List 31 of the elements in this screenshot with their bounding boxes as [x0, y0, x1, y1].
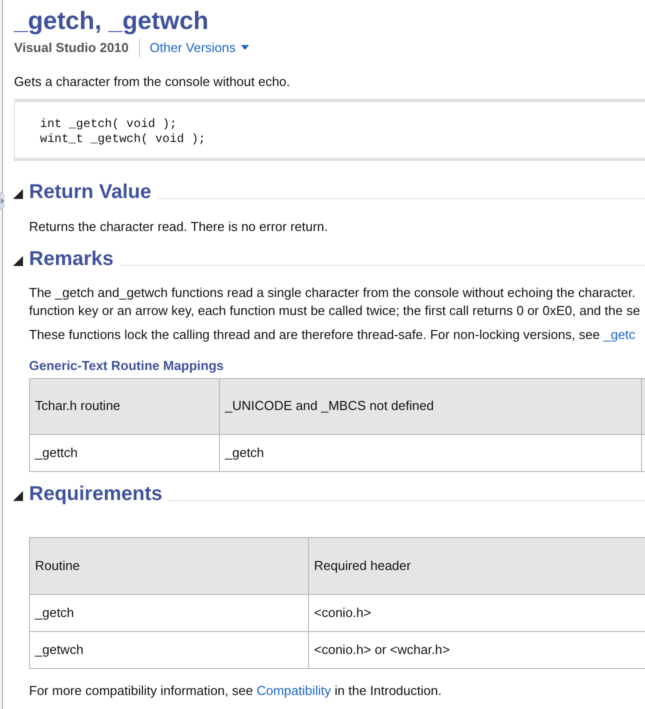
code-line: int _getch( void ); — [40, 117, 178, 132]
table-cell: _gettch — [30, 434, 220, 470]
collapse-triangle-icon[interactable] — [13, 189, 23, 199]
non-locking-link[interactable]: _getc — [603, 326, 636, 342]
collapse-triangle-icon[interactable] — [13, 490, 23, 500]
page-title: _getch, _getwch — [14, 6, 210, 36]
table-cell: _getch — [30, 594, 309, 630]
other-versions-dropdown[interactable]: Other Versions — [150, 38, 249, 58]
body-text: For more compatibility information, see Compatibility in the Introduction. — [28, 682, 443, 700]
collapse-triangle-icon[interactable] — [13, 256, 23, 266]
table-cell: _getwch — [30, 632, 309, 668]
version-label: Visual Studio 2010 — [14, 39, 129, 57]
section-heading: Return Value — [29, 180, 152, 205]
caret-icon — [240, 45, 249, 50]
body-text: These functions lock the calling thread and are therefore thread-safe. For non-locking versions, see _getc — [28, 326, 636, 344]
section-heading: Requirements — [29, 482, 162, 506]
body-text: Returns the character read. There is no error return. — [29, 218, 329, 236]
side-panel-handle-icon[interactable] — [0, 192, 7, 210]
table-cell: <conio.h> — [309, 594, 645, 630]
section-heading: Remarks — [29, 246, 114, 272]
table-title: Generic-Text Routine Mappings — [28, 357, 225, 375]
column-header: Required header — [309, 538, 645, 594]
column-header: _UNICODE and _MBCS not defined — [220, 378, 642, 434]
table-cell: <conio.h> or <wchar.h> — [309, 632, 645, 668]
table-cell: _getch — [220, 434, 642, 470]
body-text: The _getch and_getwch functions read a single character from the console without echoing the character. function key or an arrow key, each function must be called twice; the first call returns 0 or 0xE0, and the se — [28, 284, 642, 320]
code-line: wint_t _getwch( void ); — [40, 132, 207, 147]
column-header: Routine — [30, 538, 309, 594]
compatibility-link[interactable]: Compatibility — [256, 682, 332, 698]
column-header: Tchar.h routine — [30, 378, 220, 434]
summary-text: Gets a character from the console without echo. — [14, 72, 292, 90]
